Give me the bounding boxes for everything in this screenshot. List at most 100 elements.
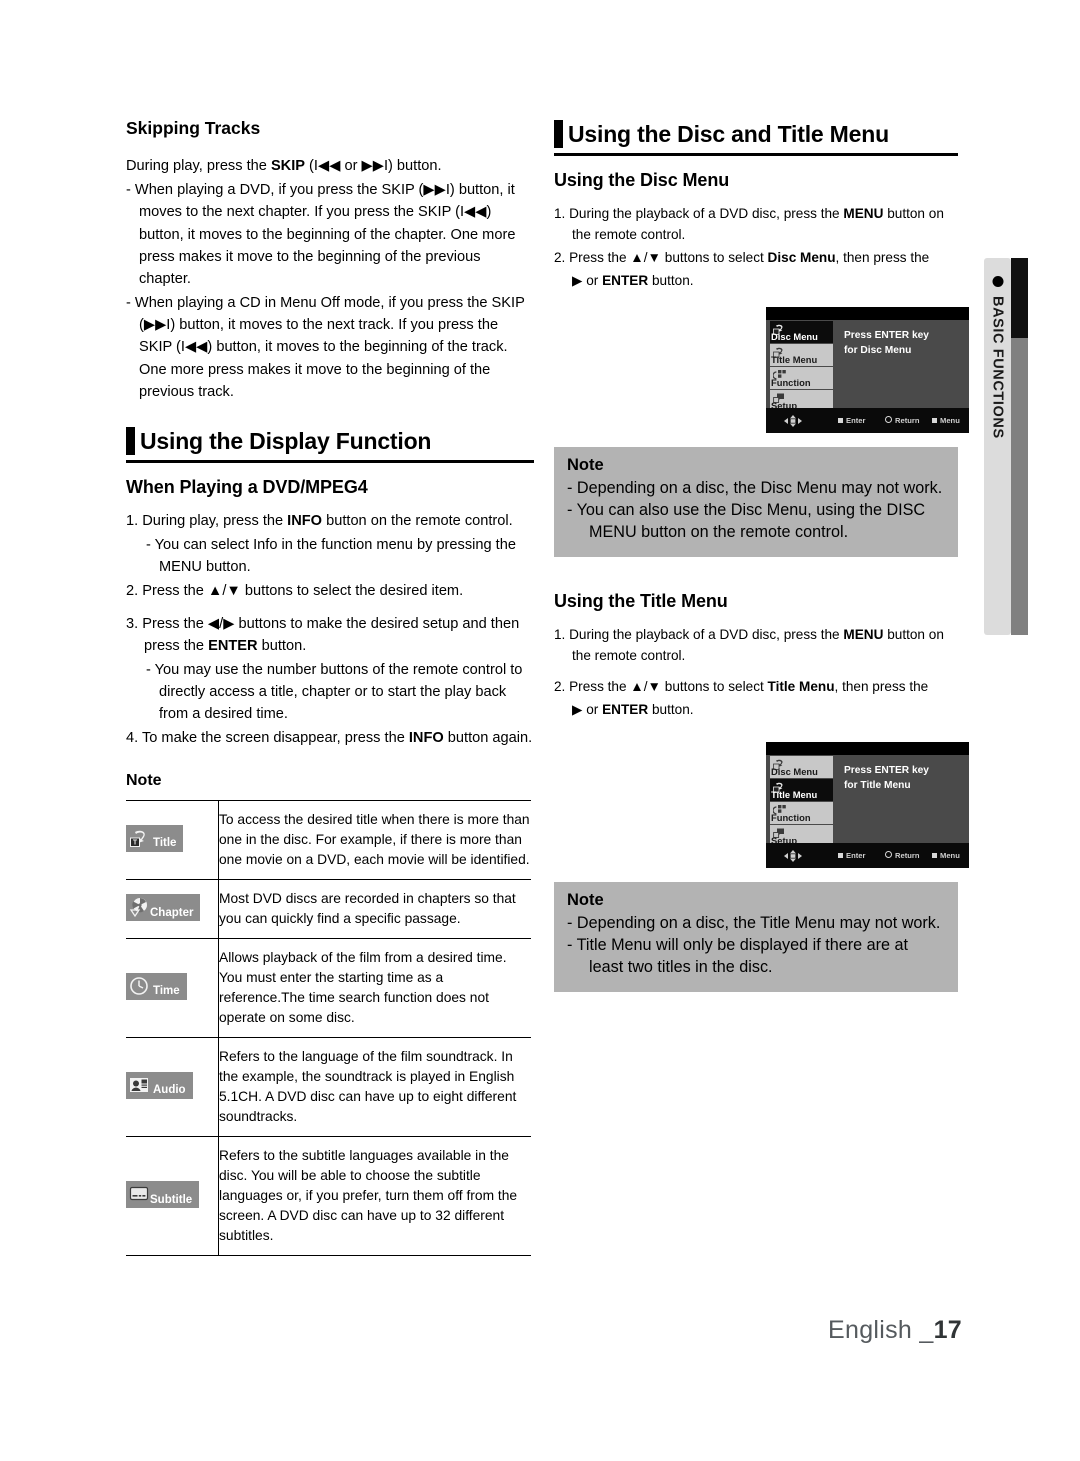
screen-hint-bar: Enter Return Menu <box>766 408 969 434</box>
icon-cell: Audio <box>126 1037 219 1137</box>
disc-menu-step-1-pre: 1. During the playback of a DVD disc, pr… <box>554 206 844 222</box>
square-icon <box>838 853 843 859</box>
title-badge: T Title <box>126 825 184 853</box>
disc-menu-step-2: 2. Press the ▲/▼ buttons to select Disc … <box>554 247 958 268</box>
disc-menu-step-2-bold: Disc Menu <box>767 250 836 266</box>
screen-hint-bar: Enter Return Menu <box>766 843 969 869</box>
svg-text:T: T <box>133 840 138 847</box>
time-icon <box>129 976 151 997</box>
section-tab-basic-functions: BASIC FUNCTIONS <box>984 258 1011 635</box>
icon-description: Refers to the language of the film sound… <box>219 1048 517 1124</box>
screen-message: Press ENTER key for Disc Menu <box>844 329 929 359</box>
display-step-2: 2. Press the ▲/▼ buttons to select the d… <box>126 580 534 602</box>
screen-menu-item-title-menu[interactable]: Title Menu <box>770 344 833 367</box>
icon-description: Refers to the subtitle languages availab… <box>219 1147 518 1243</box>
icon-description: Allows playback of the film from a desir… <box>219 949 507 1025</box>
footer-page-number: 17 <box>933 1316 962 1344</box>
note-line: - You can also use the Disc Menu, using … <box>567 501 926 542</box>
screen-menu-item-function[interactable]: Function <box>770 367 833 390</box>
page-footer: English _17 <box>828 1316 962 1345</box>
title-menu-note: Note - Depending on a disc, the Title Me… <box>554 882 958 992</box>
display-step-4-bold: INFO <box>408 730 444 747</box>
screen-menu-item-disc-menu[interactable]: Disc Menu <box>770 321 833 344</box>
square-icon <box>932 418 937 424</box>
title-menu-screen-mockup: Disc Menu Title Menu Function Setup Pres… <box>766 742 969 869</box>
hint-enter-label: Enter <box>846 851 866 861</box>
disc-menu-step-2-pre: 2. Press the ▲/▼ buttons to select <box>554 250 768 266</box>
disc-menu-step-2-l2-bold: ENTER <box>602 273 649 289</box>
screen-menu-label: Function <box>771 812 811 824</box>
hint-enter: Enter <box>838 416 865 425</box>
badge-label: Time <box>153 984 180 997</box>
note-line: - Depending on a disc, the Disc Menu may… <box>567 479 943 498</box>
screen-message-line1: Press ENTER key <box>844 330 929 342</box>
screen-menu-list: Disc Menu Title Menu Function Setup <box>770 756 833 848</box>
note-title: Note <box>567 456 604 475</box>
hint-return: Return <box>885 416 919 425</box>
display-step-3: 3. Press the ◀/▶ buttons to make the des… <box>126 613 534 657</box>
hint-menu: Menu <box>932 416 960 425</box>
skipping-intro-post: (I◀◀ or ▶▶I) button. <box>305 158 442 174</box>
hint-return-label: Return <box>895 416 920 426</box>
screen-menu-item-disc-menu[interactable]: Disc Menu <box>770 756 833 779</box>
dpad-icon <box>780 849 806 863</box>
disc-menu-step-2-l2-post: button. <box>648 273 694 289</box>
hint-menu: Menu <box>932 851 960 860</box>
square-icon <box>838 418 843 424</box>
disc-title-menu-heading: Using the Disc and Title Menu <box>554 118 958 157</box>
screen-message: Press ENTER key for Title Menu <box>844 764 929 794</box>
hint-enter-label: Enter <box>846 416 866 426</box>
hint-return-label: Return <box>895 851 920 861</box>
title-menu-step-1-bold: MENU <box>843 626 884 642</box>
screen-menu-list: Disc Menu Title Menu Function Setup <box>770 321 833 413</box>
note-line: - Title Menu will only be displayed if t… <box>567 935 909 976</box>
display-step-2-num: 2. <box>126 583 139 600</box>
title-menu-step-2-bold: Title Menu <box>767 679 835 694</box>
display-step-3-pre: Press the ◀/▶ buttons to make the desire… <box>142 615 520 654</box>
hint-menu-label: Menu <box>940 851 960 861</box>
title-menu-step-2: 2. Press the ▲/▼ buttons to select Title… <box>554 676 958 697</box>
bullet-dot-icon <box>992 276 1003 287</box>
badge-label: Subtitle <box>150 1193 193 1206</box>
title-menu-step-2-l2-post: button. <box>648 702 694 718</box>
icon-cell: Chapter <box>126 879 219 939</box>
screen-menu-item-function[interactable]: Function <box>770 802 833 825</box>
chapter-badge: Chapter <box>126 894 201 922</box>
display-function-subheading: When Playing a DVD/MPEG4 <box>126 476 368 497</box>
note-line: - Depending on a disc, the Title Menu ma… <box>567 914 941 933</box>
display-step-3-bold: ENTER <box>208 637 258 654</box>
skipping-tracks-heading: Skipping Tracks <box>126 118 261 138</box>
screen-menu-item-title-menu[interactable]: Title Menu <box>770 779 833 802</box>
title-menu-step-2-l2-pre: ▶ or <box>572 702 603 718</box>
disc-menu-step-2-l2-pre: ▶ or <box>572 273 603 289</box>
manual-page: BASIC FUNCTIONS Skipping Tracks During p… <box>0 0 1080 1461</box>
hint-menu-label: Menu <box>940 416 960 426</box>
screen-message-line1: Press ENTER key <box>844 765 929 777</box>
display-step-3-num: 3. <box>126 615 139 632</box>
display-icon-table: T Title To access the desired title when… <box>126 800 531 1256</box>
badge-label: Chapter <box>150 906 194 919</box>
hint-enter: Enter <box>838 851 865 860</box>
disc-menu-screen-mockup: Disc Menu Title Menu Function Setup Pres… <box>766 307 969 434</box>
display-step-1-bold: INFO <box>287 512 323 529</box>
title-menu-step-1-pre: 1. During the playback of a DVD disc, pr… <box>554 626 844 642</box>
table-row: Chapter Most DVD discs are recorded in c… <box>126 879 531 939</box>
badge-label: Audio <box>153 1083 186 1096</box>
side-marker-black <box>1011 258 1028 338</box>
screen-message-line2: for Title Menu <box>844 779 911 791</box>
icon-cell: Subtitle <box>126 1136 219 1256</box>
display-step-4-post: button again. <box>443 730 533 747</box>
table-row: T Title To access the desired title when… <box>126 800 531 880</box>
disc-menu-step-1-bold: MENU <box>843 206 884 222</box>
skipping-intro-pre: During play, press the <box>126 158 271 174</box>
display-function-heading: Using the Display Function <box>126 425 534 463</box>
square-icon <box>932 853 937 859</box>
time-badge: Time <box>126 973 187 1001</box>
disc-menu-step-2-mid: , then press the <box>835 250 930 266</box>
display-step-1-sub: - You can select Info in the function me… <box>146 537 516 576</box>
screen-topbar <box>766 742 969 756</box>
audio-badge: Audio <box>126 1072 193 1100</box>
display-step-1-pre: During play, press the <box>142 512 288 529</box>
icon-description: To access the desired title when there i… <box>219 811 530 867</box>
disc-menu-note: Note - Depending on a disc, the Disc Men… <box>554 447 958 557</box>
